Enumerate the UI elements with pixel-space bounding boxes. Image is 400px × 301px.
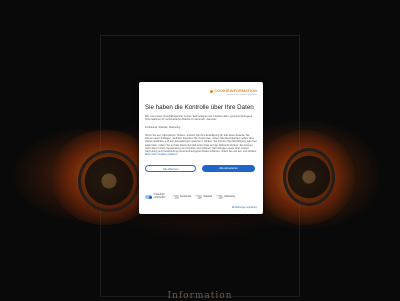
consent-label: Funktional xyxy=(180,194,192,198)
toggle-marketing[interactable] xyxy=(215,195,223,199)
consent-necessary[interactable]: Unbedingt erforderlich xyxy=(145,193,168,200)
consent-toggles: Unbedingt erforderlich Funktional Statis… xyxy=(145,192,257,202)
dialog-purposes: Funktional, Statistik, Marketing xyxy=(145,126,181,129)
deny-all-button[interactable]: Alle ablehnen xyxy=(145,165,196,172)
dialog-intro: Wir und unsere Geschäftspartner nutzen T… xyxy=(145,115,253,122)
consent-statistics[interactable]: Statistik xyxy=(195,195,212,199)
brand-logo: COOKIEINFORMATION powered by Cookie Info… xyxy=(210,89,257,96)
consent-label: Unbedingt erforderlich xyxy=(153,193,166,199)
brand-tagline: powered by Cookie Information xyxy=(226,93,257,96)
brand-name: COOKIEINFORMATION xyxy=(214,89,257,93)
cookie-info-link[interactable]: Mehr über Cookies erfahren xyxy=(145,153,177,156)
consent-functional[interactable]: Funktional xyxy=(171,194,192,199)
dialog-body-text: Wenn Sie auf „Akzeptieren“ klicken, erte… xyxy=(145,134,257,154)
consent-label: Statistik xyxy=(203,194,212,198)
save-settings-link[interactable]: Einstellungen speichern xyxy=(232,206,257,209)
toggle-necessary[interactable] xyxy=(145,195,152,199)
accept-all-button[interactable]: Alle akzeptieren xyxy=(202,165,255,172)
dialog-title: Sie haben die Kontrolle über Ihre Daten xyxy=(145,104,254,111)
consent-label: Marketing xyxy=(224,194,235,198)
consent-marketing[interactable]: Marketing xyxy=(215,194,235,199)
toggle-statistics[interactable] xyxy=(195,195,203,199)
brand-dot-icon xyxy=(210,89,214,93)
toggle-functional[interactable] xyxy=(171,195,179,199)
